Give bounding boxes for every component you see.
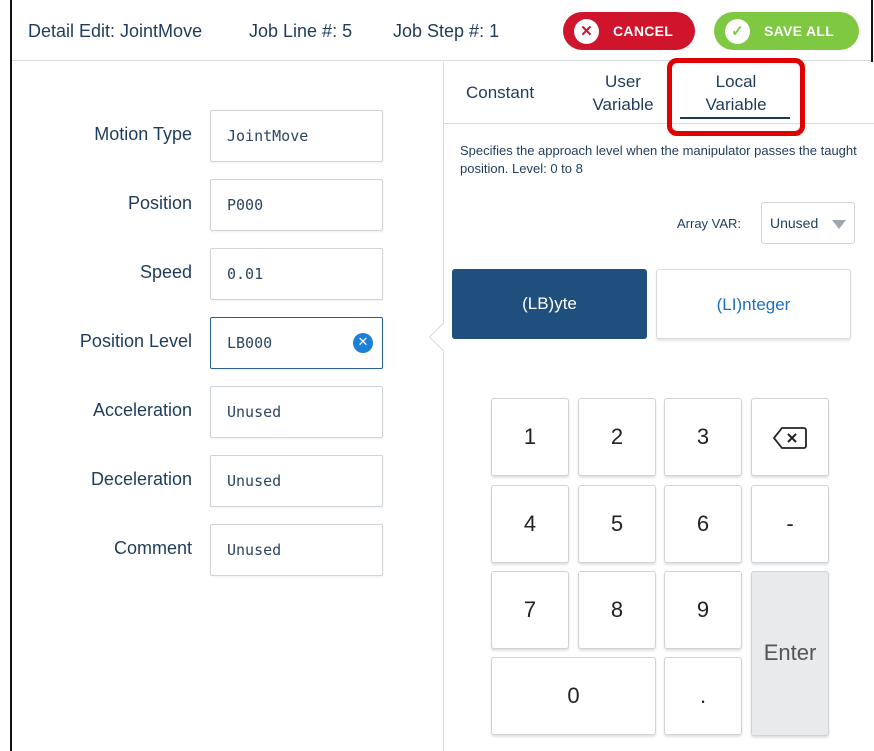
key-8[interactable]: 8 (578, 571, 656, 649)
motion-type-label: Motion Type (94, 124, 192, 144)
form-row-motion-type: Motion Type JointMove (12, 110, 442, 162)
tab-user-variable[interactable]: User Variable (584, 70, 662, 116)
cancel-button-label: CANCEL (613, 23, 674, 39)
array-var-select[interactable]: Unused (761, 202, 855, 244)
form-row-deceleration: Deceleration Unused (12, 455, 442, 507)
clear-field-icon[interactable]: ✕ (353, 333, 373, 353)
form-row-speed: Speed 0.01 (12, 248, 442, 300)
value-type-tabs: Constant User Variable Local Variable (444, 58, 874, 136)
header-bar: Detail Edit: JointMove Job Line #: 5 Job… (12, 0, 871, 61)
key-7[interactable]: 7 (491, 571, 569, 649)
cancel-button[interactable]: ✕ CANCEL (563, 12, 695, 50)
tab-user-variable-line2: Variable (592, 95, 654, 114)
close-icon: ✕ (574, 18, 599, 44)
page-title: Detail Edit: JointMove (28, 21, 203, 41)
save-all-button-label: SAVE ALL (764, 23, 835, 39)
deceleration-label: Deceleration (90, 469, 192, 489)
position-level-value: LB000 (227, 334, 273, 352)
motion-type-field[interactable]: JointMove (210, 110, 383, 162)
annotation-highlight-box (667, 58, 805, 136)
key-0[interactable]: 0 (491, 657, 656, 735)
acceleration-field[interactable]: Unused (210, 386, 383, 438)
speed-field[interactable]: 0.01 (210, 248, 383, 300)
comment-label: Comment (113, 538, 192, 558)
backspace-icon (773, 427, 807, 450)
check-icon: ✓ (725, 18, 750, 44)
key-minus[interactable]: - (751, 485, 829, 563)
key-4[interactable]: 4 (491, 485, 569, 563)
instruction-form: Motion Type JointMove Position P000 Spee… (12, 62, 442, 751)
chevron-down-icon (832, 220, 846, 229)
byte-type-button[interactable]: (LB)yte (452, 269, 647, 339)
key-3[interactable]: 3 (664, 398, 742, 476)
array-var-label: Array VAR: (677, 216, 742, 231)
key-decimal-point[interactable]: . (664, 657, 742, 735)
position-field[interactable]: P000 (210, 179, 383, 231)
speed-label: Speed (139, 262, 192, 282)
key-5[interactable]: 5 (578, 485, 656, 563)
form-row-acceleration: Acceleration Unused (12, 386, 442, 438)
tab-constant[interactable]: Constant (466, 81, 534, 104)
form-row-position: Position P000 (12, 179, 442, 231)
position-level-field[interactable]: LB000 ✕ (210, 317, 383, 369)
value-editor-panel: Constant User Variable Local Variable Sp… (428, 58, 874, 751)
position-label: Position (127, 193, 192, 213)
acceleration-label: Acceleration (92, 400, 192, 420)
save-all-button[interactable]: ✓ SAVE ALL (714, 12, 859, 50)
job-step-label: Job Step #: 1 (393, 21, 500, 41)
integer-type-button[interactable]: (LI)nteger (656, 269, 851, 339)
key-1[interactable]: 1 (491, 398, 569, 476)
job-line-label: Job Line #: 5 (249, 21, 353, 41)
enter-key[interactable]: Enter (751, 571, 829, 736)
key-6[interactable]: 6 (664, 485, 742, 563)
position-level-label: Position Level (79, 331, 192, 351)
key-2[interactable]: 2 (578, 398, 656, 476)
detail-edit-window: Detail Edit: JointMove Job Line #: 5 Job… (10, 0, 874, 751)
tab-user-variable-line1: User (605, 72, 641, 91)
key-9[interactable]: 9 (664, 571, 742, 649)
deceleration-field[interactable]: Unused (210, 455, 383, 507)
form-row-position-level: Position Level LB000 ✕ (12, 317, 442, 369)
field-description: Specifies the approach level when the ma… (460, 143, 857, 176)
comment-field[interactable]: Unused (210, 524, 383, 576)
backspace-key[interactable] (751, 398, 829, 476)
array-var-value: Unused (770, 215, 819, 231)
form-row-comment: Comment Unused (12, 524, 442, 576)
